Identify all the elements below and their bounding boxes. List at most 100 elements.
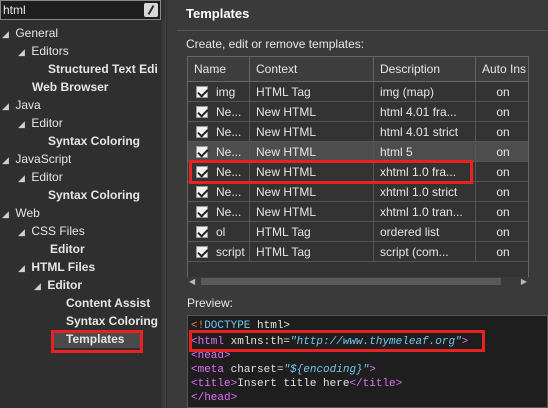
tree-item-javascript-editor[interactable]: ◢ Editor	[18, 168, 63, 186]
expand-twisty-icon[interactable]: ◢	[2, 151, 12, 169]
table-vertical-scrollbar[interactable]	[529, 56, 548, 286]
tree-item-general[interactable]: ◢ General	[2, 24, 58, 42]
column-header-label: Auto Ins	[482, 62, 527, 76]
tree-item-label: Editor	[31, 116, 63, 130]
template-preview[interactable]: <!DOCTYPE html> <html xmlns:th="http://w…	[187, 315, 548, 408]
cell-auto-insert: on	[496, 105, 510, 119]
cell-name: img	[188, 82, 250, 102]
tree-item-web[interactable]: ◢ Web	[2, 204, 40, 222]
tree-item-label: JavaScript	[15, 152, 72, 166]
table-row-selected[interactable]: Ne... New HTML html 5 on	[188, 142, 528, 162]
cell-name: Ne...	[188, 162, 250, 182]
tree-item-java[interactable]: ◢ Java	[2, 96, 41, 114]
tree-item-html-syntax-coloring[interactable]: Syntax Coloring	[56, 312, 158, 330]
column-header-description[interactable]: Description	[374, 57, 476, 82]
tree-item-java-editor[interactable]: ◢ Editor	[18, 114, 63, 132]
preview-line: <html xmlns:th="http://www.thymeleaf.org…	[191, 336, 469, 348]
cell-name: Ne...	[188, 202, 250, 222]
scroll-right-icon[interactable]: ▶	[521, 277, 527, 286]
table-row[interactable]: Ne... New HTML xhtml 1.0 fra... on	[188, 162, 528, 182]
table-row[interactable]: Ne... New HTML html 4.01 fra... on	[188, 102, 528, 122]
expand-twisty-icon[interactable]: ◢	[2, 97, 12, 115]
cell-context: New HTML	[250, 122, 374, 142]
code-token: html	[197, 336, 225, 348]
tree-item-css-editor[interactable]: Editor	[40, 240, 85, 258]
expand-twisty-icon[interactable]: ◢	[18, 223, 28, 241]
tree-item-content-assist[interactable]: Content Assist	[56, 294, 150, 312]
tree-item-web-browser[interactable]: Web Browser	[22, 78, 108, 96]
column-header-name[interactable]: ⌄ Name	[188, 57, 250, 82]
code-token: charset=	[224, 364, 284, 376]
filter-field[interactable]	[0, 0, 161, 20]
tree-item-label: Templates	[66, 332, 125, 346]
sort-chevron-icon: ⌄	[214, 66, 221, 75]
tree-item-label: HTML Files	[31, 260, 96, 274]
preferences-tree-pane: ◢ General ◢ Editors Structured Text Edi …	[0, 0, 166, 408]
expand-twisty-icon[interactable]: ◢	[2, 205, 12, 223]
tree-item-java-syntax-coloring[interactable]: Syntax Coloring	[38, 132, 140, 150]
table-row[interactable]: Ne... New HTML xhtml 1.0 strict on	[188, 182, 528, 202]
cell-auto-insert: on	[496, 205, 510, 219]
tree-item-editors[interactable]: ◢ Editors	[18, 42, 69, 60]
tree-item-label: General	[15, 26, 59, 40]
cell-description: xhtml 1.0 fra...	[374, 162, 476, 182]
expand-twisty-icon[interactable]: ◢	[34, 277, 44, 295]
tree-item-label: CSS Files	[31, 224, 85, 238]
cell-auto-insert: on	[496, 245, 510, 259]
preview-line: <title>Insert title here</title>	[191, 377, 402, 391]
scroll-left-icon[interactable]: ◀	[189, 277, 195, 286]
cell-description: ordered list	[374, 222, 476, 242]
expand-twisty-icon[interactable]: ◢	[18, 259, 28, 277]
tree-item-javascript-syntax-coloring[interactable]: Syntax Coloring	[38, 186, 140, 204]
tree-item-structured-text-editors[interactable]: Structured Text Edi	[38, 60, 158, 78]
cell-context: New HTML	[250, 102, 374, 122]
cell-context: New HTML	[250, 182, 374, 202]
code-token: <	[191, 364, 198, 376]
filter-input[interactable]	[1, 1, 141, 19]
column-header-context[interactable]: Context	[250, 57, 374, 82]
code-token: meta	[197, 364, 225, 376]
tree-item-css-files[interactable]: ◢ CSS Files	[18, 222, 85, 240]
table-row[interactable]: script HTML Tag script (com... on	[188, 242, 528, 262]
tree-item-html-files[interactable]: ◢ HTML Files	[18, 258, 95, 276]
cell-context: New HTML	[250, 142, 374, 162]
table-row[interactable]: ol HTML Tag ordered list on	[188, 222, 528, 242]
tree-item-javascript[interactable]: ◢ JavaScript	[2, 150, 71, 168]
tree-item-html-editor[interactable]: ◢ Editor	[34, 276, 82, 294]
table-row[interactable]: Ne... New HTML html 4.01 strict on	[188, 122, 528, 142]
cell-description: xhtml 1.0 tran...	[374, 202, 476, 222]
cell-name: Ne...	[188, 102, 250, 122]
cell-description: xhtml 1.0 strict	[374, 182, 476, 202]
tree-item-templates[interactable]: Templates	[54, 330, 140, 348]
cell-auto-insert: on	[496, 145, 510, 159]
tree-item-label: Web Browser	[32, 80, 109, 94]
tree-item-label: Structured Text Edi	[48, 62, 158, 76]
cell-context: HTML Tag	[250, 222, 374, 242]
cell-name: Ne...	[188, 142, 250, 162]
expand-twisty-icon[interactable]: ◢	[2, 25, 12, 43]
column-header-auto-insert[interactable]: Auto Ins	[476, 57, 528, 82]
cell-auto-insert: on	[496, 85, 510, 99]
scroll-thumb[interactable]	[201, 278, 501, 285]
code-token: html>	[250, 320, 291, 332]
cell-name: Ne...	[188, 182, 250, 202]
table-horizontal-scrollbar[interactable]: ◀ ▶	[187, 277, 529, 286]
tree-scrollbar[interactable]	[162, 20, 165, 408]
column-header-label: Name	[194, 62, 227, 76]
tree-item-label: Editors	[31, 44, 69, 58]
tree-item-label: Java	[15, 98, 41, 112]
table-row[interactable]: img HTML Tag img (map) on	[188, 82, 528, 102]
code-token: <title>	[191, 378, 238, 390]
cell-name: script	[188, 242, 250, 262]
cell-name: ol	[188, 222, 250, 242]
cell-auto-insert: on	[496, 125, 510, 139]
expand-twisty-icon[interactable]: ◢	[18, 115, 28, 133]
expand-twisty-icon[interactable]: ◢	[18, 43, 28, 61]
clear-filter-icon[interactable]	[144, 3, 158, 17]
cell-description: html 5	[374, 142, 476, 162]
code-token: >	[369, 364, 376, 376]
table-row[interactable]: Ne... New HTML xhtml 1.0 tran... on	[188, 202, 528, 222]
expand-twisty-icon[interactable]: ◢	[18, 169, 28, 187]
cell-name: Ne...	[188, 122, 250, 142]
tree-item-label: Syntax Coloring	[66, 314, 159, 328]
